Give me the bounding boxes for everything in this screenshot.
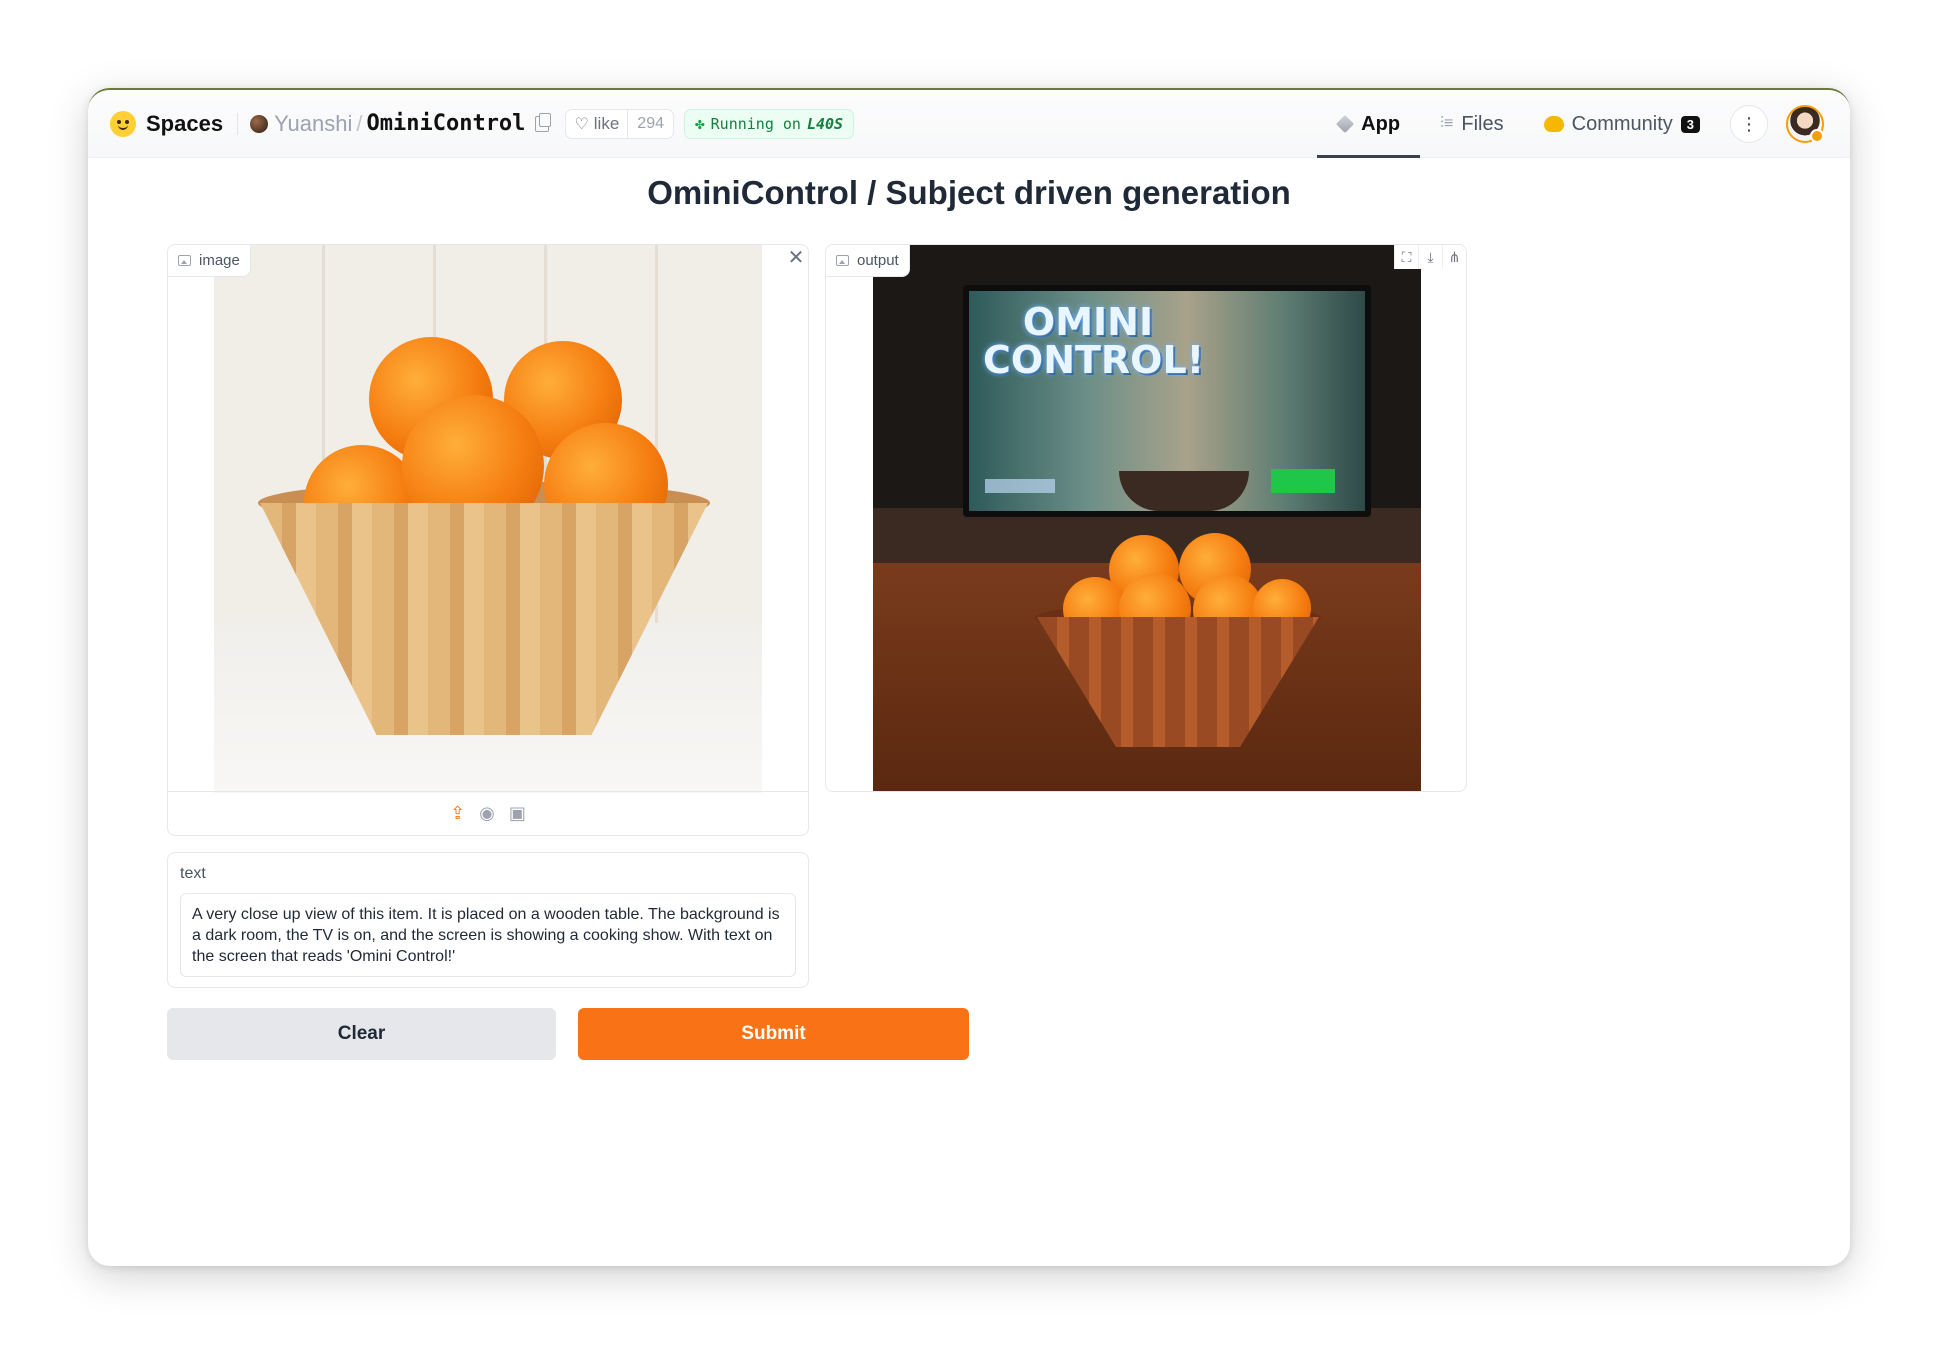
share-icon[interactable]: ⋔ (1442, 245, 1466, 269)
space-header: Spaces Yuanshi / OminiControl ♡ like 294… (88, 90, 1850, 158)
app-cube-icon (1336, 114, 1355, 134)
input-image (214, 245, 762, 793)
tv-overlay-text: OMINI CONTROL! (983, 300, 1205, 382)
status-prefix: Running on (710, 114, 801, 133)
heart-icon: ♡ (574, 115, 589, 133)
image-icon (836, 255, 849, 266)
output-image: OMINI CONTROL! (873, 245, 1421, 791)
status-badge[interactable]: ✤ Running on L40S (684, 108, 855, 139)
tab-app-label: App (1361, 112, 1401, 135)
clipboard-icon[interactable]: ▣ (509, 803, 526, 824)
close-icon[interactable]: ✕ (784, 245, 808, 269)
owner-link[interactable]: Yuanshi (274, 111, 352, 137)
tv-lower-third (985, 479, 1055, 493)
output-label-text: output (857, 252, 899, 269)
submit-button[interactable]: Submit (578, 1008, 969, 1060)
tab-app[interactable]: App (1317, 90, 1420, 158)
tab-community-label: Community (1571, 112, 1673, 135)
input-image-label: image (168, 245, 251, 277)
like-label: like (593, 113, 620, 133)
output-image-panel: output ⛶ ⤓ ⋔ OMINI CONTROL! (825, 244, 1467, 792)
download-icon[interactable]: ⤓ (1418, 245, 1442, 269)
upload-icon[interactable]: ⇪ (450, 803, 465, 824)
like-count[interactable]: 294 (627, 109, 673, 138)
more-options-button[interactable]: ⋮ (1730, 105, 1768, 143)
tv-green-banner (1271, 469, 1335, 493)
owner-avatar[interactable] (250, 114, 269, 133)
like-toggle[interactable]: ♡ like (566, 110, 627, 138)
copy-icon[interactable] (535, 112, 552, 132)
running-icon: ✤ (695, 114, 705, 133)
output-image-label: output (826, 245, 910, 277)
community-icon (1543, 116, 1564, 132)
community-count-badge: 3 (1680, 115, 1700, 133)
files-icon: ⫶≡ (1440, 115, 1454, 132)
huggingface-logo-icon[interactable] (110, 110, 136, 137)
path-separator: / (356, 110, 363, 136)
user-avatar[interactable] (1786, 105, 1824, 143)
page-title: OminiControl / Subject driven generation (647, 174, 1291, 211)
divider (237, 112, 239, 135)
input-image-panel[interactable]: image ✕ ⇪ ◉ ▣ (167, 244, 809, 836)
prompt-textarea[interactable]: A very close up view of this item. It is… (180, 893, 796, 977)
tab-files[interactable]: ⫶≡ Files (1420, 90, 1524, 158)
hardware-label: L40S (806, 114, 844, 133)
text-input-block: text A very close up view of this item. … (167, 852, 809, 988)
wooden-bowl (1037, 617, 1319, 747)
fullscreen-icon[interactable]: ⛶ (1394, 245, 1418, 269)
browser-window: Spaces Yuanshi / OminiControl ♡ like 294… (88, 88, 1850, 1266)
space-tabs: App ⫶≡ Files Community 3 ⋮ (1317, 90, 1824, 158)
tv-bowl (1119, 471, 1249, 511)
image-source-bar: ⇪ ◉ ▣ (168, 791, 808, 835)
text-label: text (180, 865, 206, 882)
tab-community[interactable]: Community 3 (1524, 90, 1720, 158)
repo-name[interactable]: OminiControl (366, 111, 525, 136)
like-button[interactable]: ♡ like 294 (565, 108, 674, 139)
input-label-text: image (199, 252, 240, 269)
tab-files-label: Files (1461, 112, 1504, 135)
image-icon (178, 255, 191, 266)
output-toolbar: ⛶ ⤓ ⋔ (1394, 245, 1466, 269)
spaces-link[interactable]: Spaces (146, 111, 223, 137)
clear-button[interactable]: Clear (167, 1008, 556, 1060)
webcam-icon[interactable]: ◉ (479, 803, 495, 824)
